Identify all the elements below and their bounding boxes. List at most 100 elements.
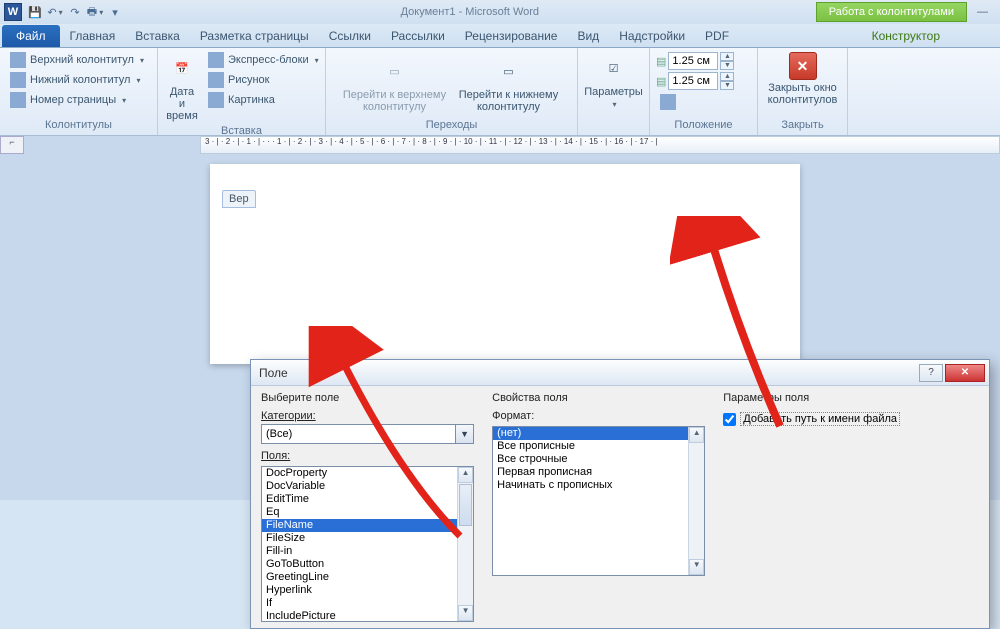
picture-button[interactable]: Рисунок xyxy=(204,70,323,90)
picture-label: Рисунок xyxy=(228,74,270,86)
goto-footer-button[interactable]: ▭ Перейти к нижнему колонтитулу xyxy=(454,53,564,115)
list-item[interactable]: IncludePicture xyxy=(262,610,457,621)
list-item[interactable]: Все строчные xyxy=(493,453,688,466)
clipart-button[interactable]: Картинка xyxy=(204,90,323,110)
scrollbar[interactable]: ▲ ▼ xyxy=(457,467,473,621)
scroll-down-icon[interactable]: ▼ xyxy=(458,605,473,621)
group-position: ▤ ▲▼ ▤ ▲▼ Положение xyxy=(650,48,758,135)
quick-parts-button[interactable]: Экспресс-блоки▾ xyxy=(204,50,323,70)
save-icon[interactable]: 💾 xyxy=(26,3,44,21)
list-item[interactable]: Hyperlink xyxy=(262,584,457,597)
list-item[interactable]: Все прописные xyxy=(493,440,688,453)
tab-insert[interactable]: Вставка xyxy=(125,25,190,47)
list-item[interactable]: GoToButton xyxy=(262,558,457,571)
word-app-icon: W xyxy=(4,3,22,21)
top-header-button[interactable]: Верхний колонтитул▾ xyxy=(6,50,148,70)
group-label xyxy=(584,118,643,133)
page-number-icon xyxy=(10,92,26,108)
top-header-label: Верхний колонтитул xyxy=(30,54,134,66)
categories-input[interactable] xyxy=(261,424,456,444)
tab-home[interactable]: Главная xyxy=(60,25,126,47)
list-item[interactable]: Первая прописная xyxy=(493,466,688,479)
group-header-footer: Верхний колонтитул▾ Нижний колонтитул▾ Н… xyxy=(0,48,158,135)
minimize-icon[interactable]: — xyxy=(977,6,988,18)
group-label: Положение xyxy=(656,118,751,133)
goto-header-button[interactable]: ▭ Перейти к верхнему колонтитулу xyxy=(340,53,450,115)
title-bar: W 💾 ↶▾ ↷ 🖶▾ ▾ Документ1 - Microsoft Word… xyxy=(0,0,1000,24)
tab-layout[interactable]: Разметка страницы xyxy=(190,25,319,47)
scroll-up-icon[interactable]: ▲ xyxy=(458,467,473,483)
dialog-close-button[interactable]: ✕ xyxy=(945,364,985,382)
list-item[interactable]: FileSize xyxy=(262,532,457,545)
categories-label: Категории: xyxy=(261,410,474,422)
list-item[interactable]: FileName xyxy=(262,519,457,532)
ruler-corner[interactable]: ⌐ xyxy=(0,136,24,154)
tab-designer[interactable]: Конструктор xyxy=(862,25,950,47)
page-number-label: Номер страницы xyxy=(30,94,116,106)
tab-pdf[interactable]: PDF xyxy=(695,25,739,47)
spin-up-icon[interactable]: ▲ xyxy=(720,52,734,61)
close-header-footer-button[interactable]: ✕ Закрыть окно колонтитулов xyxy=(764,50,841,108)
categories-combo[interactable]: ▼ xyxy=(261,424,474,444)
quick-parts-label: Экспресс-блоки xyxy=(228,54,309,66)
undo-icon[interactable]: ↶▾ xyxy=(46,3,64,21)
list-item[interactable]: Fill-in xyxy=(262,545,457,558)
tab-review[interactable]: Рецензирование xyxy=(455,25,568,47)
close-label: Закрыть окно колонтитулов xyxy=(766,82,839,106)
help-button[interactable]: ? xyxy=(919,364,943,382)
spin-up-icon[interactable]: ▲ xyxy=(720,72,734,81)
horizontal-ruler[interactable]: 3 · | · 2 · | · 1 · | · · · 1 · | · 2 · … xyxy=(200,136,1000,154)
scroll-down-icon[interactable]: ▼ xyxy=(689,559,704,575)
ruler-top-icon: ▤ xyxy=(656,55,666,68)
scroll-up-icon[interactable]: ▲ xyxy=(689,427,704,443)
chevron-down-icon[interactable]: ▼ xyxy=(456,424,474,444)
redo-icon[interactable]: ↷ xyxy=(66,3,84,21)
qat-customize-icon[interactable]: ▾ xyxy=(106,3,124,21)
tab-references[interactable]: Ссылки xyxy=(319,25,381,47)
spin-down-icon[interactable]: ▼ xyxy=(720,81,734,90)
add-path-checkbox[interactable] xyxy=(723,413,736,426)
bottom-header-button[interactable]: Нижний колонтитул▾ xyxy=(6,70,148,90)
page[interactable] xyxy=(210,164,800,364)
header-icon xyxy=(10,52,26,68)
spin-down-icon[interactable]: ▼ xyxy=(720,61,734,70)
header-from-top-spinner[interactable]: ▤ ▲▼ xyxy=(656,52,734,70)
calendar-icon: 📅 xyxy=(166,52,198,84)
goto-header-icon: ▭ xyxy=(379,55,411,87)
date-time-button[interactable]: 📅 Дата и время xyxy=(164,50,200,124)
format-listbox[interactable]: (нет)Все прописныеВсе строчныеПервая про… xyxy=(492,426,705,576)
clipart-label: Картинка xyxy=(228,94,275,106)
list-item[interactable]: DocVariable xyxy=(262,480,457,493)
group-label: Колонтитулы xyxy=(6,118,151,133)
list-item[interactable]: DocProperty xyxy=(262,467,457,480)
fields-listbox[interactable]: DocPropertyDocVariableEditTimeEqFileName… xyxy=(261,466,474,622)
list-item[interactable]: (нет) xyxy=(493,427,688,440)
col-select-field: Выберите поле Категории: ▼ Поля: DocProp… xyxy=(261,392,474,622)
document-area: ⌐ 3 · | · 2 · | · 1 · | · · · 1 · | · 2 … xyxy=(0,136,1000,500)
add-path-checkbox-row[interactable]: Добавить путь к имени файла xyxy=(723,412,979,426)
scrollbar[interactable]: ▲ ▼ xyxy=(688,427,704,575)
print-icon[interactable]: 🖶▾ xyxy=(86,3,104,21)
tab-file[interactable]: Файл xyxy=(2,25,60,47)
field-dialog: Поле ? ✕ Выберите поле Категории: ▼ Поля… xyxy=(250,359,990,629)
tab-addins[interactable]: Надстройки xyxy=(609,25,695,47)
page-number-button[interactable]: Номер страницы▾ xyxy=(6,90,148,110)
goto-footer-icon: ▭ xyxy=(493,55,525,87)
footer-from-bottom-spinner[interactable]: ▤ ▲▼ xyxy=(656,72,734,90)
dialog-title-bar[interactable]: Поле ? ✕ xyxy=(251,360,989,386)
list-item[interactable]: If xyxy=(262,597,457,610)
scroll-thumb[interactable] xyxy=(459,484,472,526)
list-item[interactable]: Начинать с прописных xyxy=(493,479,688,492)
footer-from-bottom-input[interactable] xyxy=(668,72,718,90)
tab-view[interactable]: Вид xyxy=(567,25,609,47)
goto-header-label: Перейти к верхнему колонтитулу xyxy=(342,89,448,113)
list-item[interactable]: Eq xyxy=(262,506,457,519)
list-item[interactable]: GreetingLine xyxy=(262,571,457,584)
bottom-header-label: Нижний колонтитул xyxy=(30,74,130,86)
header-from-top-input[interactable] xyxy=(668,52,718,70)
tab-mailings[interactable]: Рассылки xyxy=(381,25,455,47)
insert-alignment-tab-button[interactable] xyxy=(656,92,734,112)
parameters-button[interactable]: ☑ Параметры▾ xyxy=(582,50,645,111)
group-navigation: ▭ Перейти к верхнему колонтитулу ▭ Перей… xyxy=(326,48,578,135)
options-icon: ☑ xyxy=(598,52,630,84)
